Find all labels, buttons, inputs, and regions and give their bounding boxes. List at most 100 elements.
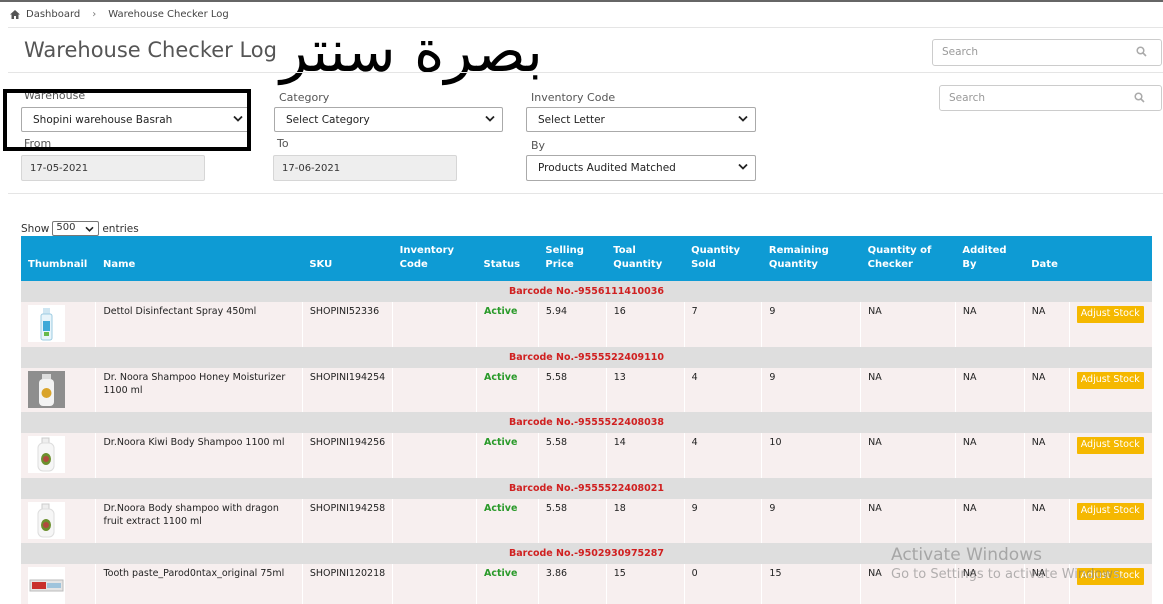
status-cell: Active — [476, 499, 539, 543]
by-select[interactable]: Products Audited Matched — [526, 155, 756, 181]
remaining-quantity-cell: 9 — [761, 302, 862, 347]
adjust-stock-button[interactable]: Adjust Stock — [1076, 437, 1144, 454]
remaining-quantity-cell: 15 — [761, 564, 862, 604]
product-name: Tooth paste_Parod0ntax_original 75ml — [95, 564, 303, 604]
table-header-row: Thumbnail Name SKU Inventory Code Status… — [21, 236, 1152, 281]
column-header[interactable]: SKU — [302, 236, 393, 281]
thumbnail-cell — [21, 564, 97, 604]
action-cell: Adjust Stock — [1069, 302, 1152, 347]
barcode-row: Barcode No.-9555522408021 — [21, 478, 1152, 499]
search-input[interactable]: Search — [932, 39, 1162, 66]
total-quantity-cell: 13 — [606, 368, 685, 412]
total-quantity-cell: 18 — [606, 499, 685, 543]
status-cell: Active — [476, 564, 539, 604]
column-header[interactable]: Quantity Sold — [684, 236, 762, 281]
from-date-input[interactable]: 17-05-2021 — [21, 155, 205, 181]
total-quantity-cell: 14 — [606, 433, 685, 478]
column-header[interactable]: Quantity of Checker — [860, 236, 956, 281]
inventory-code-cell — [392, 564, 478, 604]
barcode-label: Barcode No.-9555522408038 — [21, 412, 1152, 433]
remaining-quantity-cell: 10 — [761, 433, 862, 478]
top-border — [0, 0, 1163, 2]
product-thumbnail[interactable] — [28, 371, 65, 408]
product-thumbnail[interactable] — [28, 305, 65, 342]
inventory-code-cell — [392, 433, 478, 478]
column-header[interactable]: Name — [95, 236, 303, 281]
selling-price-cell: 5.58 — [538, 433, 607, 478]
column-header[interactable]: Addited By — [955, 236, 1025, 281]
column-header[interactable]: Status — [476, 236, 539, 281]
status-badge: Active — [484, 437, 518, 448]
entries-label: entries — [102, 222, 139, 235]
selling-price-cell: 3.86 — [538, 564, 607, 604]
sku-cell: SHOPINI194256 — [302, 433, 394, 478]
table-row: Dettol Disinfectant Spray 450ml SHOPINI52… — [21, 302, 1152, 347]
checker-quantity-cell: NA — [860, 499, 956, 543]
addited-by-cell: NA — [955, 499, 1025, 543]
checker-quantity-cell: NA — [860, 433, 956, 478]
total-quantity-cell: 16 — [606, 302, 685, 347]
to-date-input[interactable]: 17-06-2021 — [273, 155, 457, 181]
product-name: Dr. Noora Shampoo Honey Moisturizer 1100… — [95, 368, 303, 412]
category-select[interactable]: Select Category — [274, 107, 503, 132]
entries-select[interactable]: 500 — [52, 221, 100, 236]
adjust-stock-button[interactable]: Adjust Stock — [1076, 503, 1144, 520]
checker-quantity-cell: NA — [860, 302, 956, 347]
by-label: By — [531, 139, 546, 152]
column-header[interactable]: Thumbnail — [21, 236, 96, 281]
product-name: Dr.Noora Body shampoo with dragon fruit … — [95, 499, 303, 543]
home-icon — [10, 10, 20, 19]
category-label: Category — [279, 91, 330, 104]
divider — [8, 72, 1163, 73]
inventory-code-select-value: Select Letter — [538, 114, 605, 126]
column-header[interactable]: Remaining Quantity — [761, 236, 861, 281]
by-select-value: Products Audited Matched — [538, 162, 676, 174]
divider — [8, 27, 1163, 28]
selling-price-cell: 5.58 — [538, 368, 607, 412]
watermark-line1: Activate Windows — [891, 545, 1042, 565]
column-header[interactable]: Date — [1024, 236, 1070, 281]
status-badge: Active — [484, 306, 518, 317]
status-badge: Active — [484, 503, 518, 514]
chevron-down-icon — [485, 115, 495, 122]
quantity-sold-cell: 9 — [684, 499, 763, 543]
windows-activation-watermark: Activate Windows Go to Settings to activ… — [891, 545, 1124, 582]
status-cell: Active — [476, 433, 539, 478]
product-thumbnail[interactable] — [28, 502, 65, 539]
column-header[interactable]: Inventory Code — [392, 236, 477, 281]
action-cell: Adjust Stock — [1069, 368, 1152, 412]
chevron-right-icon: › — [92, 9, 97, 20]
quantity-sold-cell: 0 — [684, 564, 763, 604]
sku-cell: SHOPINI52336 — [302, 302, 394, 347]
show-label: Show — [21, 222, 50, 235]
action-cell: Adjust Stock — [1069, 499, 1152, 543]
column-header[interactable]: Toal Quantity — [606, 236, 685, 281]
date-cell: NA — [1024, 499, 1070, 543]
breadcrumb: Dashboard › Warehouse Checker Log — [10, 9, 229, 20]
date-cell: NA — [1024, 368, 1070, 412]
breadcrumb-dashboard-link[interactable]: Dashboard — [26, 9, 80, 20]
thumbnail-cell — [21, 433, 97, 478]
thumbnail-cell — [21, 368, 97, 412]
inventory-code-select[interactable]: Select Letter — [526, 107, 756, 132]
selling-price-cell: 5.58 — [538, 499, 607, 543]
barcode-label: Barcode No.-9556111410036 — [21, 281, 1152, 302]
sku-cell: SHOPINI194254 — [302, 368, 394, 412]
table-search-input[interactable]: Search — [939, 85, 1162, 111]
product-thumbnail[interactable] — [28, 436, 65, 473]
column-header[interactable]: Selling Price — [538, 236, 607, 281]
chevron-down-icon — [738, 115, 748, 122]
search-placeholder: Search — [942, 46, 979, 58]
table-row: Dr.Noora Kiwi Body Shampoo 1100 ml SHOPIN… — [21, 433, 1152, 478]
category-select-value: Select Category — [286, 114, 370, 126]
search-placeholder: Search — [949, 92, 986, 104]
table-row: Dr. Noora Shampoo Honey Moisturizer 1100… — [21, 368, 1152, 412]
adjust-stock-button[interactable]: Adjust Stock — [1076, 372, 1144, 389]
page-title: Warehouse Checker Log — [24, 38, 277, 62]
chevron-down-icon — [738, 163, 748, 170]
product-thumbnail[interactable] — [28, 567, 65, 604]
inventory-code-cell — [392, 499, 478, 543]
date-cell: NA — [1024, 433, 1070, 478]
adjust-stock-button[interactable]: Adjust Stock — [1076, 306, 1144, 323]
show-entries: Show 500 entries — [21, 221, 139, 236]
